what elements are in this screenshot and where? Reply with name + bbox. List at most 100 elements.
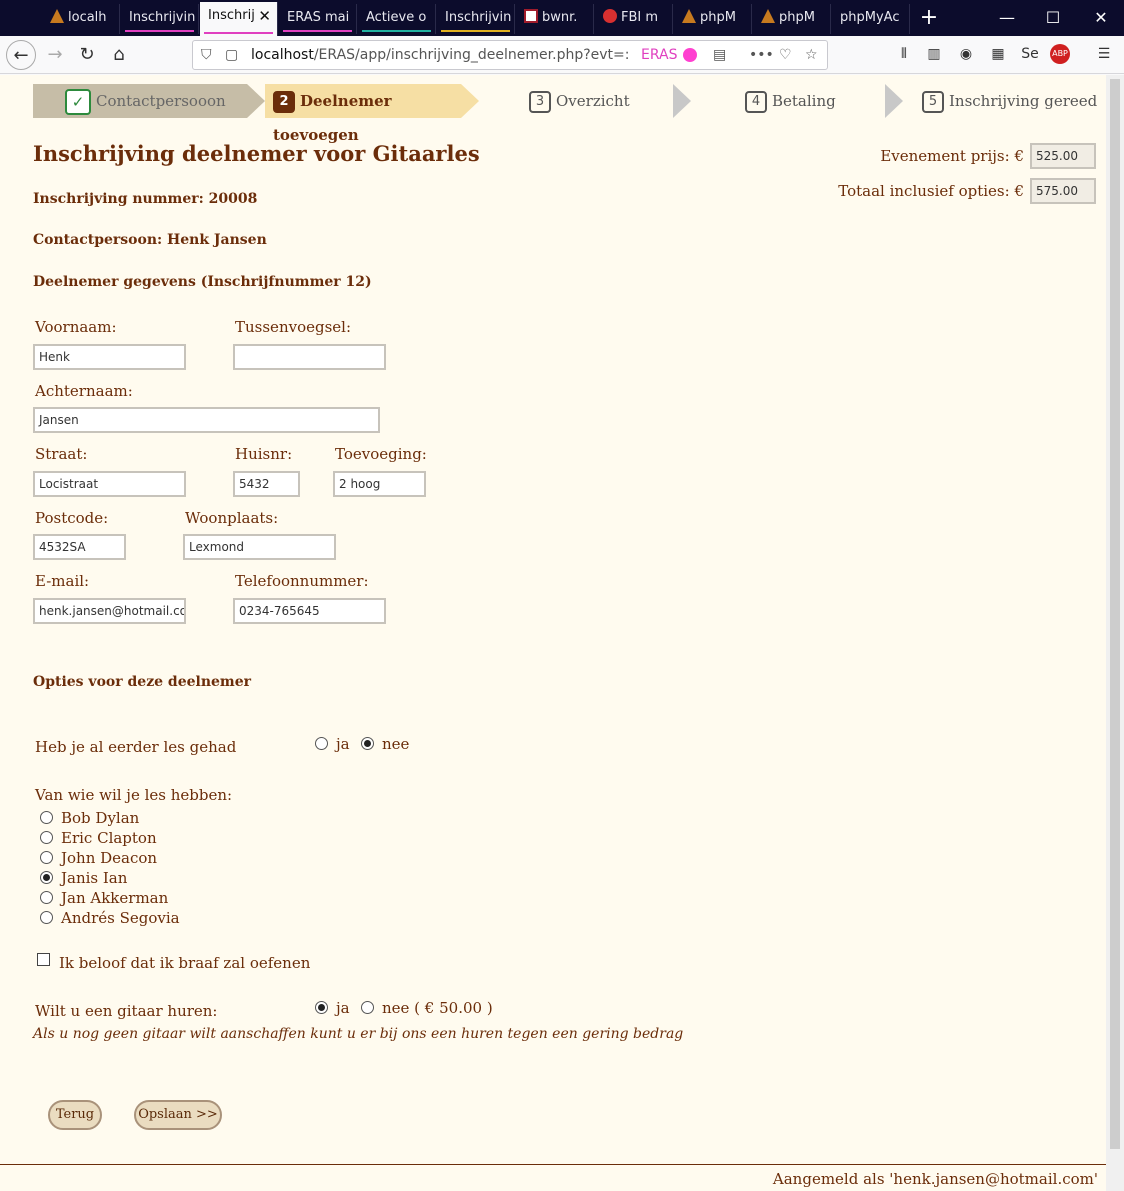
leraar-radio-john-deacon[interactable] xyxy=(40,851,53,864)
registration-number: Inschrijving nummer: 20008 xyxy=(33,191,258,207)
browser-tab-active[interactable]: Inschrij ✕ xyxy=(200,2,278,36)
leraar-radio-bob-dylan[interactable] xyxy=(40,811,53,824)
gitaar-ja-label: ja xyxy=(336,999,350,1017)
page-content: ✓ Contactpersooon 2 Deelnemer toevoegen 3O… xyxy=(0,75,1106,1191)
menu-icon[interactable]: ☰ xyxy=(1092,42,1116,66)
telefoon-input[interactable]: 0234-765645 xyxy=(233,598,386,624)
selenium-icon[interactable]: Se xyxy=(1018,42,1042,66)
les-ja-radio[interactable] xyxy=(315,737,328,750)
back-arrow-icon[interactable]: ← xyxy=(6,40,36,70)
leraar-radio-janis-ian[interactable] xyxy=(40,871,53,884)
step-label: Inschrijving gereed xyxy=(949,92,1098,110)
participant-header: Deelnemer gegevens (Inschrijfnummer 12) xyxy=(33,274,372,290)
maximize-icon[interactable]: ☐ xyxy=(1030,0,1076,36)
leraar-option-label: Andrés Segovia xyxy=(61,909,180,927)
extensions-icon[interactable]: ▦ xyxy=(986,42,1010,66)
tussenvoegsel-label: Tussenvoegsel: xyxy=(235,318,352,336)
leraar-radio-andres-segovia[interactable] xyxy=(40,911,53,924)
browser-tab[interactable]: phpMyAc xyxy=(832,4,910,34)
step-label: Overzicht xyxy=(556,92,630,110)
leraar-radio-eric-clapton[interactable] xyxy=(40,831,53,844)
toevoeging-input[interactable]: 2 hoog xyxy=(333,471,426,497)
scrollbar-thumb[interactable] xyxy=(1110,79,1120,1149)
toevoeging-label: Toevoeging: xyxy=(335,445,427,463)
gitaar-ja-radio[interactable] xyxy=(315,1001,328,1014)
voornaam-input[interactable]: Henk xyxy=(33,344,186,370)
tab-container-line xyxy=(283,30,352,32)
close-window-icon[interactable]: ✕ xyxy=(1078,0,1124,36)
huisnr-label: Huisnr: xyxy=(235,445,293,463)
bookmark-star-icon[interactable]: ☆ xyxy=(805,41,818,69)
close-icon[interactable]: ✕ xyxy=(258,2,271,30)
tussenvoegsel-input[interactable] xyxy=(233,344,386,370)
save-button[interactable]: Opslaan >> xyxy=(134,1100,222,1130)
options-header: Opties voor deze deelnemer xyxy=(33,674,252,690)
step-betaling: 4 Betaling xyxy=(745,84,885,118)
les-nee-label: nee xyxy=(382,735,410,753)
back-button[interactable]: Terug xyxy=(48,1100,102,1130)
leraar-option-label: Janis Ian xyxy=(61,869,128,887)
achternaam-label: Achternaam: xyxy=(35,382,133,400)
step-label: Betaling xyxy=(772,92,836,110)
new-tab-plus-icon[interactable]: + xyxy=(906,0,952,36)
email-input[interactable]: henk.jansen@hotmail.co xyxy=(33,598,186,624)
oefenen-checkbox[interactable] xyxy=(37,953,50,966)
container-dot-icon xyxy=(683,48,697,62)
page-scrollbar[interactable] xyxy=(1106,75,1124,1191)
browser-tab[interactable]: phpM xyxy=(674,4,752,34)
tab-label: localh xyxy=(68,10,107,25)
tab-container-line xyxy=(362,30,431,32)
minimize-icon[interactable]: — xyxy=(984,0,1030,36)
browser-tab[interactable]: Inschrijvin xyxy=(437,4,515,34)
tab-container-line xyxy=(441,30,510,32)
logged-in-status: Aangemeld als 'henk.jansen@hotmail.com' xyxy=(772,1170,1098,1188)
browser-tab[interactable]: Actieve o xyxy=(358,4,436,34)
question-les-label: Heb je al eerder les gehad xyxy=(35,738,237,756)
reload-icon[interactable]: ↻ xyxy=(72,40,102,70)
browser-tab[interactable]: FBI m xyxy=(595,4,673,34)
gitaar-nee-radio[interactable] xyxy=(361,1001,374,1014)
pocket-icon[interactable]: ♡ xyxy=(779,41,792,69)
achternaam-input[interactable]: Jansen xyxy=(33,407,380,433)
url-text: localhost/ERAS/app/inschrijving_deelneme… xyxy=(251,41,631,69)
leraar-radio-jan-akkerman[interactable] xyxy=(40,891,53,904)
woonplaats-input[interactable]: Lexmond xyxy=(183,534,336,560)
sidebar-icon[interactable]: ▥ xyxy=(922,42,946,66)
tab-label: bwnr. xyxy=(542,10,578,25)
reader-view-icon[interactable]: ▤ xyxy=(713,41,726,69)
adblock-icon[interactable]: ABP xyxy=(1050,44,1070,64)
tab-favicon-icon xyxy=(603,9,617,23)
home-icon[interactable]: ⌂ xyxy=(104,40,134,70)
more-actions-icon[interactable]: ••• xyxy=(749,41,774,69)
tab-label: Inschrijvin xyxy=(129,10,196,25)
browser-tab[interactable]: phpM xyxy=(753,4,831,34)
page-info-icon[interactable]: ▢ xyxy=(225,41,238,69)
tab-label: ERAS mai xyxy=(287,10,350,25)
question-leraar-label: Van wie wil je les hebben: xyxy=(35,786,233,804)
account-icon[interactable]: ◉ xyxy=(954,42,978,66)
step-overzicht: 3 Overzicht xyxy=(529,84,669,118)
browser-tab[interactable]: ERAS mai xyxy=(279,4,357,34)
page-title: Inschrijving deelnemer voor Gitaarles xyxy=(33,141,480,166)
step-inschrijving-gereed: 5 Inschrijving gereed xyxy=(922,84,1098,118)
library-icon[interactable]: ⫴ xyxy=(892,42,916,66)
straat-input[interactable]: Locistraat xyxy=(33,471,186,497)
step-progress-bar: ✓ Contactpersooon 2 Deelnemer toevoegen 3O… xyxy=(33,84,1098,144)
browser-tab[interactable]: bwnr. xyxy=(516,4,594,34)
straat-label: Straat: xyxy=(35,445,88,463)
leraar-option-label: Bob Dylan xyxy=(61,809,140,827)
leraar-option-label: Eric Clapton xyxy=(61,829,157,847)
tab-favicon-icon xyxy=(524,9,538,23)
huisnr-input[interactable]: 5432 xyxy=(233,471,300,497)
les-nee-radio[interactable] xyxy=(361,737,374,750)
tab-label: phpMyAc xyxy=(840,10,900,25)
browser-tab[interactable]: Inschrijvin xyxy=(121,4,199,34)
shield-icon[interactable]: ⛉ xyxy=(201,41,212,69)
browser-tab-bar: localh Inschrijvin Inschrij ✕ ERAS mai Ac… xyxy=(0,0,1124,36)
tab-favicon-icon xyxy=(761,9,775,23)
url-bar[interactable]: ⛉ ▢ localhost/ERAS/app/inschrijving_deel… xyxy=(192,40,828,70)
browser-tab[interactable]: localh xyxy=(42,4,120,34)
forward-arrow-icon[interactable]: → xyxy=(40,40,70,70)
postcode-input[interactable]: 4532SA xyxy=(33,534,126,560)
tab-container-line xyxy=(125,30,194,32)
